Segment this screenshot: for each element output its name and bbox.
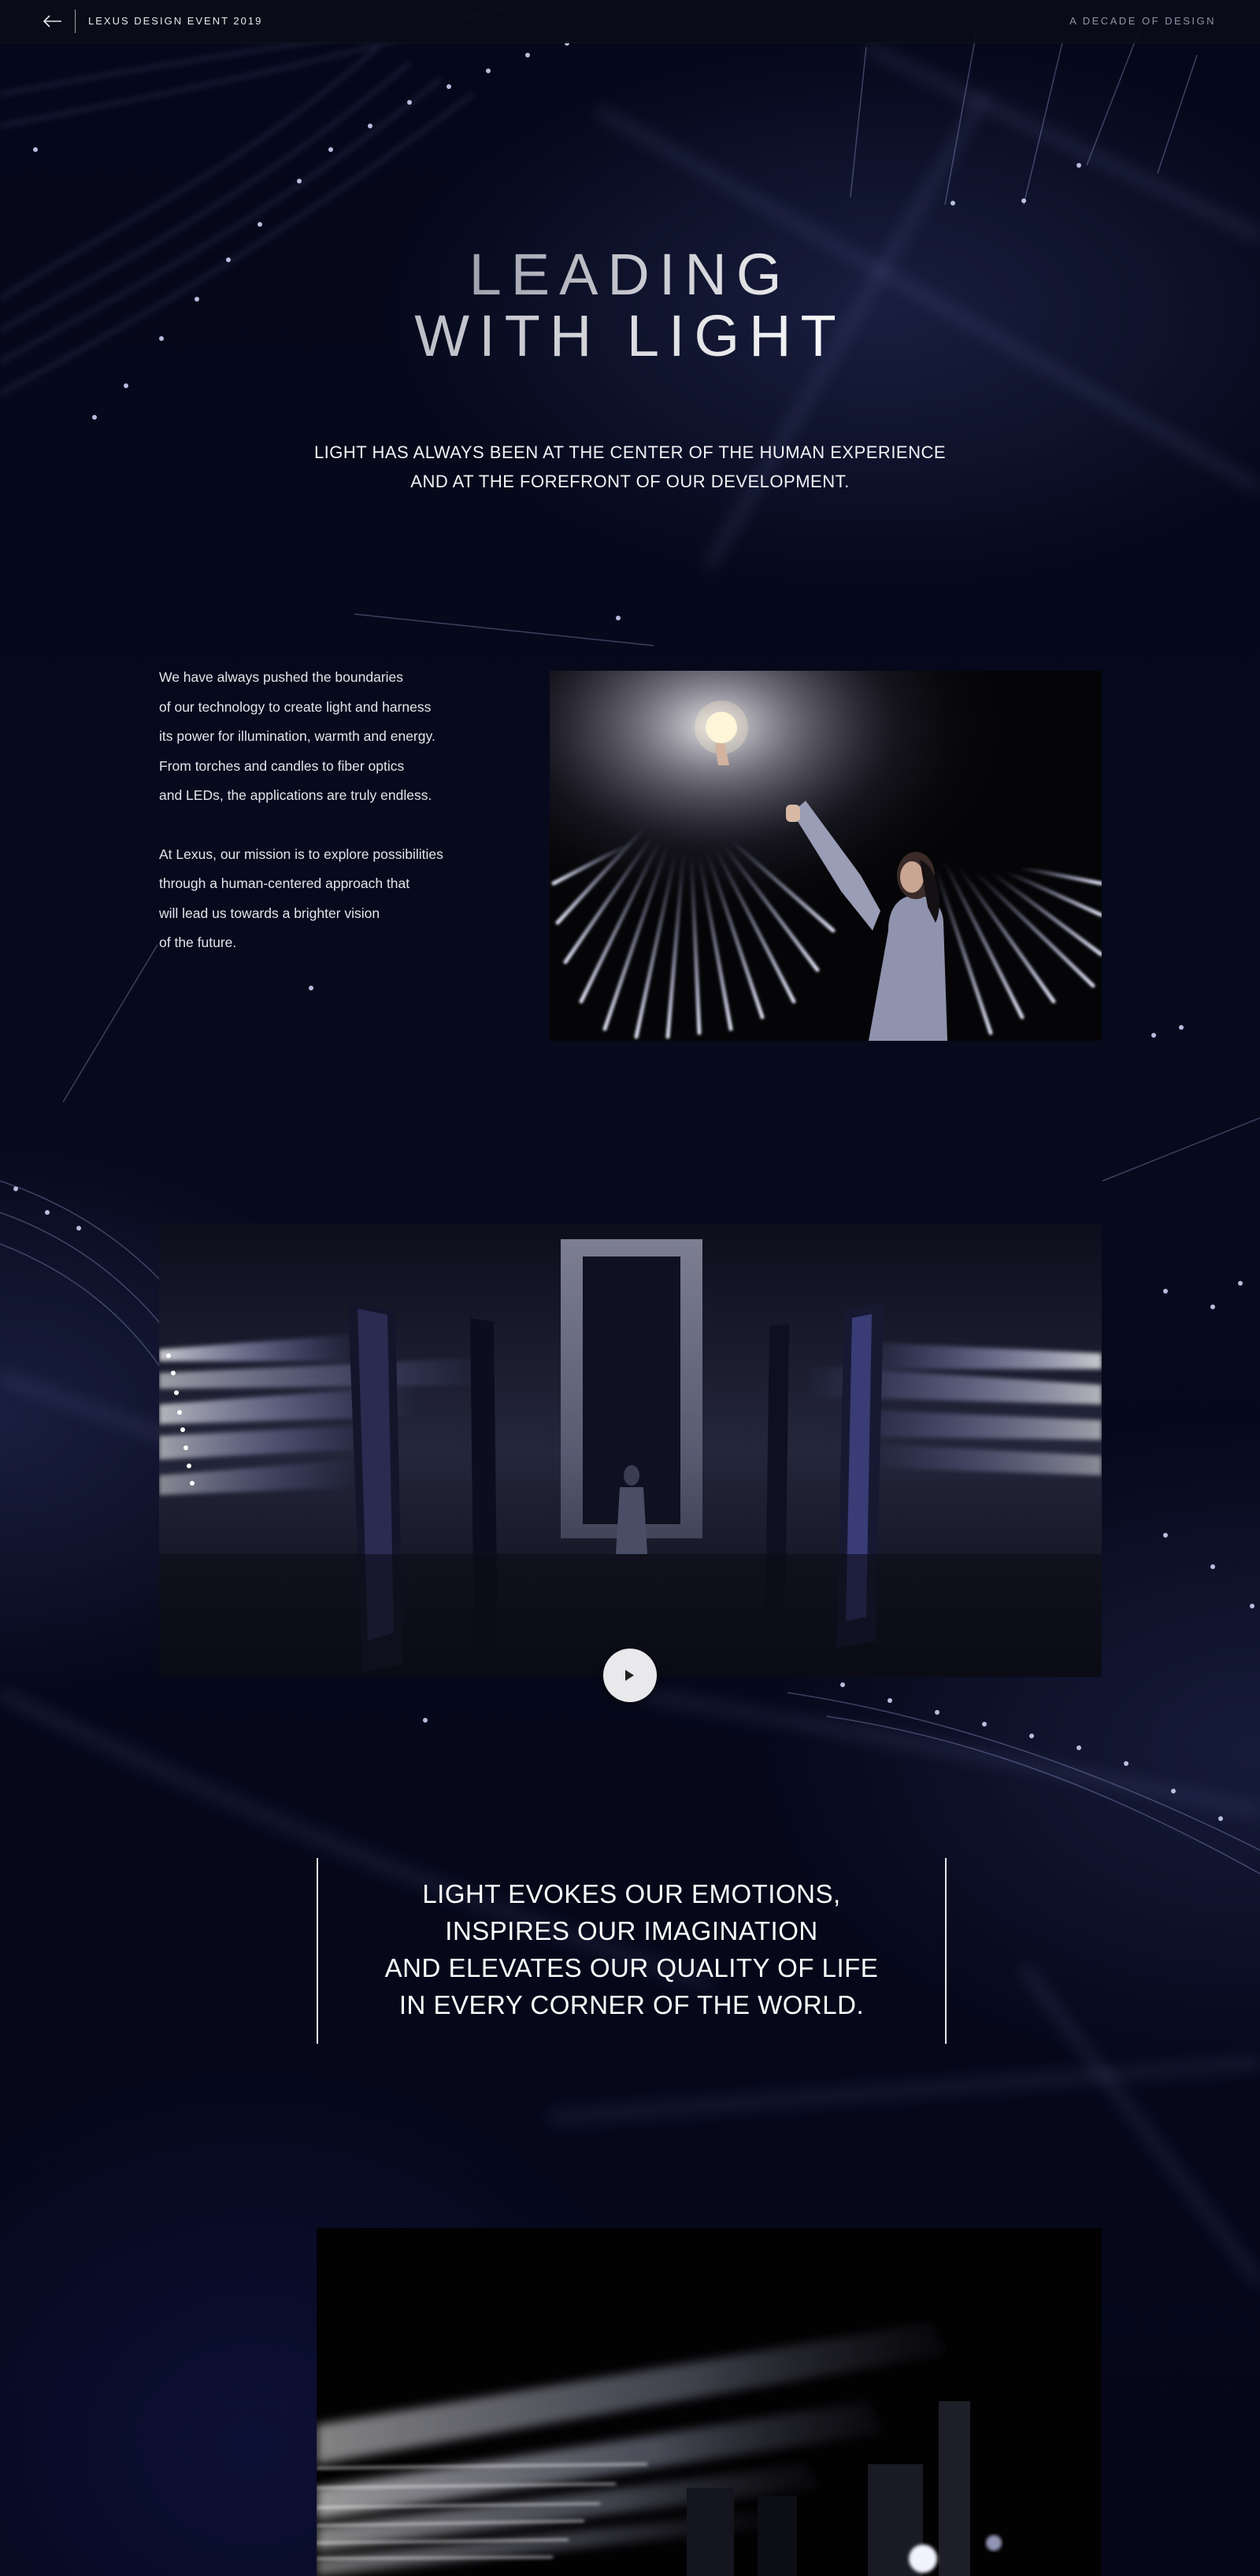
quote-line-3: AND ELEVATES OUR QUALITY OF LIFE xyxy=(384,1953,879,1982)
decade-of-design-link[interactable]: A DECADE OF DESIGN xyxy=(1069,15,1216,27)
intro-paragraph-1: We have always pushed the boundaries of … xyxy=(159,669,435,803)
header-divider xyxy=(75,9,76,33)
hero-title-line1: LEADING xyxy=(0,244,1260,305)
intro-paragraph-2: At Lexus, our mission is to explore poss… xyxy=(159,846,443,951)
hero-subtitle-line1: LIGHT HAS ALWAYS BEEN AT THE CENTER OF T… xyxy=(313,442,947,462)
top-bar: LEXUS DESIGN EVENT 2019 A DECADE OF DESI… xyxy=(0,0,1260,43)
exhibition-video[interactable] xyxy=(159,1223,1102,1677)
light-beams-installation-image xyxy=(317,2228,1102,2576)
quote-line-2: INSPIRES OUR IMAGINATION xyxy=(445,1916,818,1945)
back-button[interactable] xyxy=(41,12,63,31)
play-icon xyxy=(625,1670,634,1681)
event-title-link[interactable]: LEXUS DESIGN EVENT 2019 xyxy=(88,15,262,27)
page: LEXUS DESIGN EVENT 2019 A DECADE OF DESI… xyxy=(0,0,1260,2576)
hero-title-line2: WITH LIGHT xyxy=(0,305,1260,367)
hero-subtitle-line2: AND AT THE FOREFRONT OF OUR DEVELOPMENT. xyxy=(410,472,850,491)
play-button[interactable] xyxy=(603,1649,657,1702)
quote-block: LIGHT EVOKES OUR EMOTIONS, INSPIRES OUR … xyxy=(317,1858,947,2044)
quote-text: LIGHT EVOKES OUR EMOTIONS, INSPIRES OUR … xyxy=(318,1875,945,2023)
quote-line-4: IN EVERY CORNER OF THE WORLD. xyxy=(398,1990,865,2019)
woman-holding-light-image xyxy=(550,671,1102,1041)
intro-text: We have always pushed the boundaries of … xyxy=(159,663,498,987)
hero-title: LEADING WITH LIGHT xyxy=(0,244,1260,367)
arrow-left-icon xyxy=(43,15,61,28)
quote-line-1: LIGHT EVOKES OUR EMOTIONS, xyxy=(422,1879,841,1908)
hero-subtitle: LIGHT HAS ALWAYS BEEN AT THE CENTER OF T… xyxy=(0,438,1260,496)
